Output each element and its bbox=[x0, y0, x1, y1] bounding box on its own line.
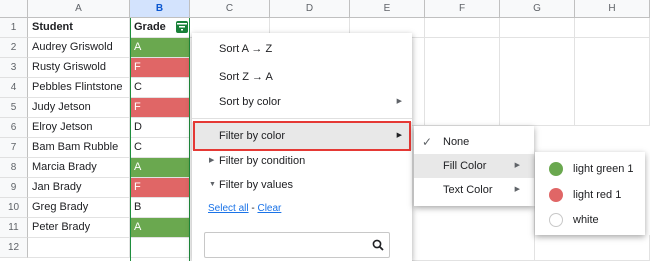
color-option-light-green[interactable]: light green 1 bbox=[535, 156, 645, 182]
column-header-d[interactable]: D bbox=[270, 0, 350, 18]
select-all-corner[interactable] bbox=[0, 0, 28, 18]
header-cell-student[interactable]: Student bbox=[28, 18, 130, 38]
chevron-right-icon: ▶ bbox=[514, 186, 520, 193]
grade-cell[interactable]: F bbox=[130, 58, 190, 78]
row-header-12[interactable]: 12 bbox=[0, 238, 28, 258]
row-header-6[interactable]: 6 bbox=[0, 118, 28, 138]
student-name-cell[interactable]: Rusty Griswold bbox=[28, 58, 130, 78]
sort-by-color-item[interactable]: Sort by color ▶ bbox=[192, 88, 412, 116]
cell[interactable] bbox=[575, 18, 650, 38]
row-header-1[interactable]: 1 bbox=[0, 18, 28, 38]
menu-divider bbox=[192, 118, 412, 119]
color-option-white[interactable]: white bbox=[535, 207, 645, 233]
student-name-cell[interactable]: Judy Jetson bbox=[28, 98, 130, 118]
sort-by-color-label: Sort by color bbox=[219, 96, 281, 108]
fill-color-item[interactable]: Fill Color ▶ bbox=[414, 154, 534, 178]
row-header-11[interactable]: 11 bbox=[0, 218, 28, 238]
column-header-b[interactable]: B bbox=[130, 0, 190, 18]
column-header-g[interactable]: G bbox=[500, 0, 575, 18]
select-all-link[interactable]: Select all bbox=[208, 203, 249, 214]
chevron-right-icon: ▶ bbox=[514, 162, 520, 169]
row-header-4[interactable]: 4 bbox=[0, 78, 28, 98]
column-header-c[interactable]: C bbox=[190, 0, 270, 18]
column-header-e[interactable]: E bbox=[350, 0, 425, 18]
text-color-label: Text Color bbox=[443, 184, 493, 196]
filter-by-values-label: Filter by values bbox=[219, 179, 293, 191]
grade-cell[interactable]: F bbox=[130, 98, 190, 118]
sort-a-z-item[interactable]: Sort A → Z bbox=[192, 35, 412, 63]
color-swatch bbox=[549, 188, 563, 202]
cell[interactable] bbox=[425, 38, 500, 126]
fill-color-label: Fill Color bbox=[443, 160, 487, 172]
row-header-5[interactable]: 5 bbox=[0, 98, 28, 118]
cell[interactable] bbox=[412, 38, 425, 126]
chevron-right-icon: ▶ bbox=[396, 98, 402, 105]
text-color-item[interactable]: Text Color ▶ bbox=[414, 178, 534, 202]
student-name-cell[interactable]: Bam Bam Rubble bbox=[28, 138, 130, 158]
color-label: light green 1 bbox=[573, 163, 634, 175]
color-option-light-red[interactable]: light red 1 bbox=[535, 182, 645, 208]
cell[interactable] bbox=[425, 18, 500, 38]
select-clear-links: Select all - Clear bbox=[208, 203, 281, 214]
color-swatch bbox=[549, 213, 563, 227]
color-swatch bbox=[549, 162, 563, 176]
cell[interactable] bbox=[28, 238, 130, 258]
grade-cell[interactable]: A bbox=[130, 38, 190, 58]
student-name-cell[interactable]: Greg Brady bbox=[28, 198, 130, 218]
column-header-a[interactable]: A bbox=[28, 0, 130, 18]
grade-cell[interactable]: A bbox=[130, 218, 190, 238]
color-label: white bbox=[573, 214, 599, 226]
filter-by-values-item[interactable]: ▼ Filter by values bbox=[192, 171, 412, 199]
values-search-input[interactable] bbox=[204, 232, 390, 258]
student-name-cell[interactable]: Pebbles Flintstone bbox=[28, 78, 130, 98]
filter-by-color-submenu: ✓ None Fill Color ▶ Text Color ▶ bbox=[414, 126, 534, 206]
expand-down-icon: ▼ bbox=[209, 181, 216, 188]
row-header-7[interactable]: 7 bbox=[0, 138, 28, 158]
row-header-9[interactable]: 9 bbox=[0, 178, 28, 198]
student-name-cell[interactable]: Elroy Jetson bbox=[28, 118, 130, 138]
color-label: light red 1 bbox=[573, 189, 622, 201]
grade-cell[interactable]: C bbox=[130, 138, 190, 158]
cell[interactable] bbox=[500, 18, 575, 38]
column-header-row: A B C D E F G H bbox=[0, 0, 650, 18]
row-header-10[interactable]: 10 bbox=[0, 198, 28, 218]
filter-button[interactable] bbox=[176, 21, 188, 33]
fill-color-submenu: light green 1 light red 1 white bbox=[535, 152, 645, 235]
student-name-cell[interactable]: Jan Brady bbox=[28, 178, 130, 198]
cell[interactable] bbox=[130, 238, 190, 258]
grade-cell[interactable]: A bbox=[130, 158, 190, 178]
row-header-8[interactable]: 8 bbox=[0, 158, 28, 178]
cell[interactable] bbox=[575, 38, 650, 126]
student-name-cell[interactable]: Marcia Brady bbox=[28, 158, 130, 178]
student-name-cell[interactable]: Peter Brady bbox=[28, 218, 130, 238]
column-header-h[interactable]: H bbox=[575, 0, 650, 18]
student-name-cell[interactable]: Audrey Griswold bbox=[28, 38, 130, 58]
none-label: None bbox=[443, 136, 470, 148]
row-header-3[interactable]: 3 bbox=[0, 58, 28, 78]
checkmark-icon: ✓ bbox=[422, 135, 433, 149]
grade-cell[interactable]: F bbox=[130, 178, 190, 198]
filter-by-condition-label: Filter by condition bbox=[219, 155, 306, 167]
grade-cell[interactable]: D bbox=[130, 118, 190, 138]
clear-link[interactable]: Clear bbox=[257, 203, 281, 214]
search-icon bbox=[372, 239, 384, 251]
grade-cell[interactable]: C bbox=[130, 78, 190, 98]
grade-cell[interactable]: B bbox=[130, 198, 190, 218]
column-header-f[interactable]: F bbox=[425, 0, 500, 18]
cell[interactable] bbox=[535, 235, 650, 261]
row-header-2[interactable]: 2 bbox=[0, 38, 28, 58]
filter-icon bbox=[177, 23, 187, 31]
none-item[interactable]: ✓ None bbox=[414, 130, 534, 154]
sort-z-a-item[interactable]: Sort Z → A bbox=[192, 63, 412, 91]
cell[interactable] bbox=[500, 38, 575, 126]
highlight-outline bbox=[193, 121, 411, 151]
cell[interactable] bbox=[412, 206, 535, 261]
